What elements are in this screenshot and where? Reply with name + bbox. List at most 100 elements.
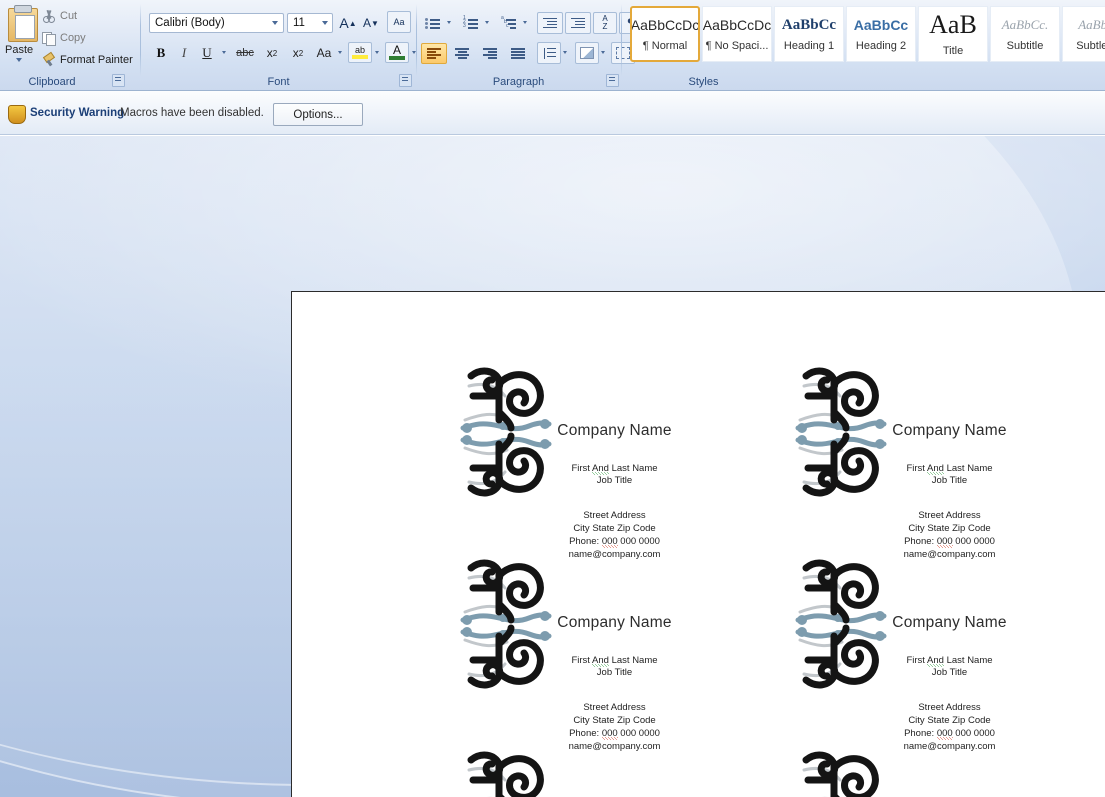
multilevel-list-icon: a b c: [501, 17, 517, 29]
shield-warning-icon: [8, 105, 26, 124]
multilevel-caret-icon[interactable]: [523, 21, 527, 24]
superscript-index: 2: [299, 49, 303, 58]
clear-formatting-button[interactable]: Aa: [387, 11, 411, 33]
cut-label[interactable]: Cut: [60, 10, 77, 22]
business-card[interactable]: Company NameFirst And Last NameJob Title…: [377, 738, 712, 797]
bold-button[interactable]: B: [150, 43, 172, 63]
paste-button-label[interactable]: Paste: [5, 44, 33, 56]
font-color-button[interactable]: A: [385, 42, 409, 63]
business-card[interactable]: Company Name First And Last NameJob Title…: [377, 546, 712, 738]
clipboard-dialog-launcher[interactable]: [112, 74, 125, 87]
business-card[interactable]: Company NameFirst And Last NameJob Title…: [712, 738, 1047, 797]
security-options-button[interactable]: Options...: [273, 103, 363, 126]
card-company-name: Company Name: [517, 614, 712, 632]
superscript-button[interactable]: x2: [286, 43, 310, 63]
group-label-font: Font: [141, 76, 416, 88]
card-street: Street Address: [517, 701, 712, 714]
format-painter-icon[interactable]: [42, 53, 56, 67]
shading-caret-icon[interactable]: [601, 51, 605, 54]
card-person-name: First And Last Name: [852, 463, 1047, 475]
multilevel-list-button[interactable]: a b c: [497, 13, 521, 33]
highlight-glyph: ab: [355, 46, 365, 55]
font-size-value: 11: [293, 17, 322, 29]
document-page[interactable]: Company NameFirst And Last NameJob Title…: [291, 291, 1105, 797]
style-preview: AaBbCс: [782, 16, 836, 34]
copy-icon[interactable]: [42, 31, 56, 45]
shading-button[interactable]: [575, 42, 599, 64]
copy-label[interactable]: Copy: [60, 32, 86, 44]
style-preview: AaBbCcDc: [631, 16, 699, 34]
card-job-title: Job Title: [517, 475, 712, 487]
style-name: Title: [943, 45, 963, 57]
decrease-indent-button[interactable]: [537, 12, 563, 34]
card-job-title: Job Title: [852, 667, 1047, 679]
numbering-icon: 1 2 3: [463, 17, 479, 29]
shrink-font-button[interactable]: A▼: [360, 13, 382, 33]
change-case-caret-icon[interactable]: [338, 51, 342, 54]
grow-font-button[interactable]: A▲: [337, 13, 359, 33]
align-left-button[interactable]: [421, 43, 447, 64]
justify-button[interactable]: [505, 43, 531, 64]
card-city-state-zip: City State Zip Code: [517, 522, 712, 535]
font-name-combobox[interactable]: Calibri (Body): [149, 13, 284, 33]
security-warning-message: Macros have been disabled.: [120, 107, 264, 119]
font-name-caret-icon[interactable]: [272, 21, 278, 25]
style-preview: AaB: [929, 11, 977, 39]
style-name: Heading 1: [784, 40, 834, 52]
underline-caret-icon[interactable]: [222, 51, 226, 54]
style-no-spacing[interactable]: AaBbCcDc ¶ No Spaci...: [702, 6, 772, 62]
subscript-button[interactable]: x2: [260, 43, 284, 63]
line-spacing-icon: [543, 48, 556, 59]
font-dialog-launcher[interactable]: [399, 74, 412, 87]
style-heading-1[interactable]: AaBbCс Heading 1: [774, 6, 844, 62]
format-painter-label[interactable]: Format Painter: [60, 54, 133, 66]
align-right-icon: [483, 48, 497, 59]
numbering-caret-icon[interactable]: [485, 21, 489, 24]
ribbon-group-font: Calibri (Body) 11 A▲ A▼ Aa B I U abc x2: [141, 0, 416, 90]
card-company-name: Company Name: [852, 422, 1047, 440]
change-case-button[interactable]: Aa: [312, 43, 336, 63]
card-person-block: First And Last NameJob Title: [517, 655, 712, 679]
italic-button[interactable]: I: [173, 43, 195, 63]
text-highlight-button[interactable]: ab: [348, 42, 372, 63]
align-center-button[interactable]: [449, 43, 475, 64]
grow-font-glyph: A: [339, 15, 348, 31]
card-person-name: First And Last Name: [517, 463, 712, 475]
increase-indent-button[interactable]: [565, 12, 591, 34]
card-city-state-zip: City State Zip Code: [852, 714, 1047, 727]
font-size-caret-icon[interactable]: [322, 21, 328, 25]
style-title[interactable]: AaB Title: [918, 6, 988, 62]
bullets-icon: [425, 17, 441, 29]
sort-z-glyph: Z: [603, 23, 608, 31]
style-normal[interactable]: AaBbCcDc ¶ Normal: [630, 6, 700, 62]
numbering-button[interactable]: 1 2 3: [459, 13, 483, 33]
align-right-button[interactable]: [477, 43, 503, 64]
underline-button[interactable]: U: [196, 43, 218, 63]
sort-button[interactable]: A Z: [593, 12, 617, 34]
cut-icon[interactable]: [42, 9, 56, 23]
business-card[interactable]: Company NameFirst And Last NameJob Title…: [712, 546, 1047, 738]
subscript-index: 2: [273, 49, 277, 58]
card-person-block: First And Last NameJob Title: [852, 655, 1047, 679]
strikethrough-button[interactable]: abc: [232, 43, 258, 63]
document-workspace: Company NameFirst And Last NameJob Title…: [0, 136, 1105, 797]
style-subtle-emphasis[interactable]: AaBbC Subtle E: [1062, 6, 1105, 62]
paste-icon[interactable]: [8, 8, 38, 42]
business-card[interactable]: Company NameFirst And Last NameJob Title…: [712, 354, 1047, 546]
highlight-caret-icon[interactable]: [375, 51, 379, 54]
paste-dropdown-caret-icon[interactable]: [16, 58, 22, 62]
card-street: Street Address: [852, 701, 1047, 714]
font-size-combobox[interactable]: 11: [287, 13, 333, 33]
style-heading-2[interactable]: AaBbCc Heading 2: [846, 6, 916, 62]
line-spacing-caret-icon[interactable]: [563, 51, 567, 54]
bullets-button[interactable]: [421, 13, 445, 33]
align-left-icon: [427, 48, 441, 59]
style-name: ¶ No Spaci...: [706, 40, 769, 52]
business-card[interactable]: Company NameFirst And Last NameJob Title…: [377, 354, 712, 546]
card-street: Street Address: [852, 509, 1047, 522]
bullets-caret-icon[interactable]: [447, 21, 451, 24]
group-label-styles: Styles: [462, 76, 945, 88]
style-subtitle[interactable]: AaBbCc. Subtitle: [990, 6, 1060, 62]
line-spacing-button[interactable]: [537, 42, 561, 64]
business-card-grid: Company NameFirst And Last NameJob Title…: [292, 292, 1105, 797]
